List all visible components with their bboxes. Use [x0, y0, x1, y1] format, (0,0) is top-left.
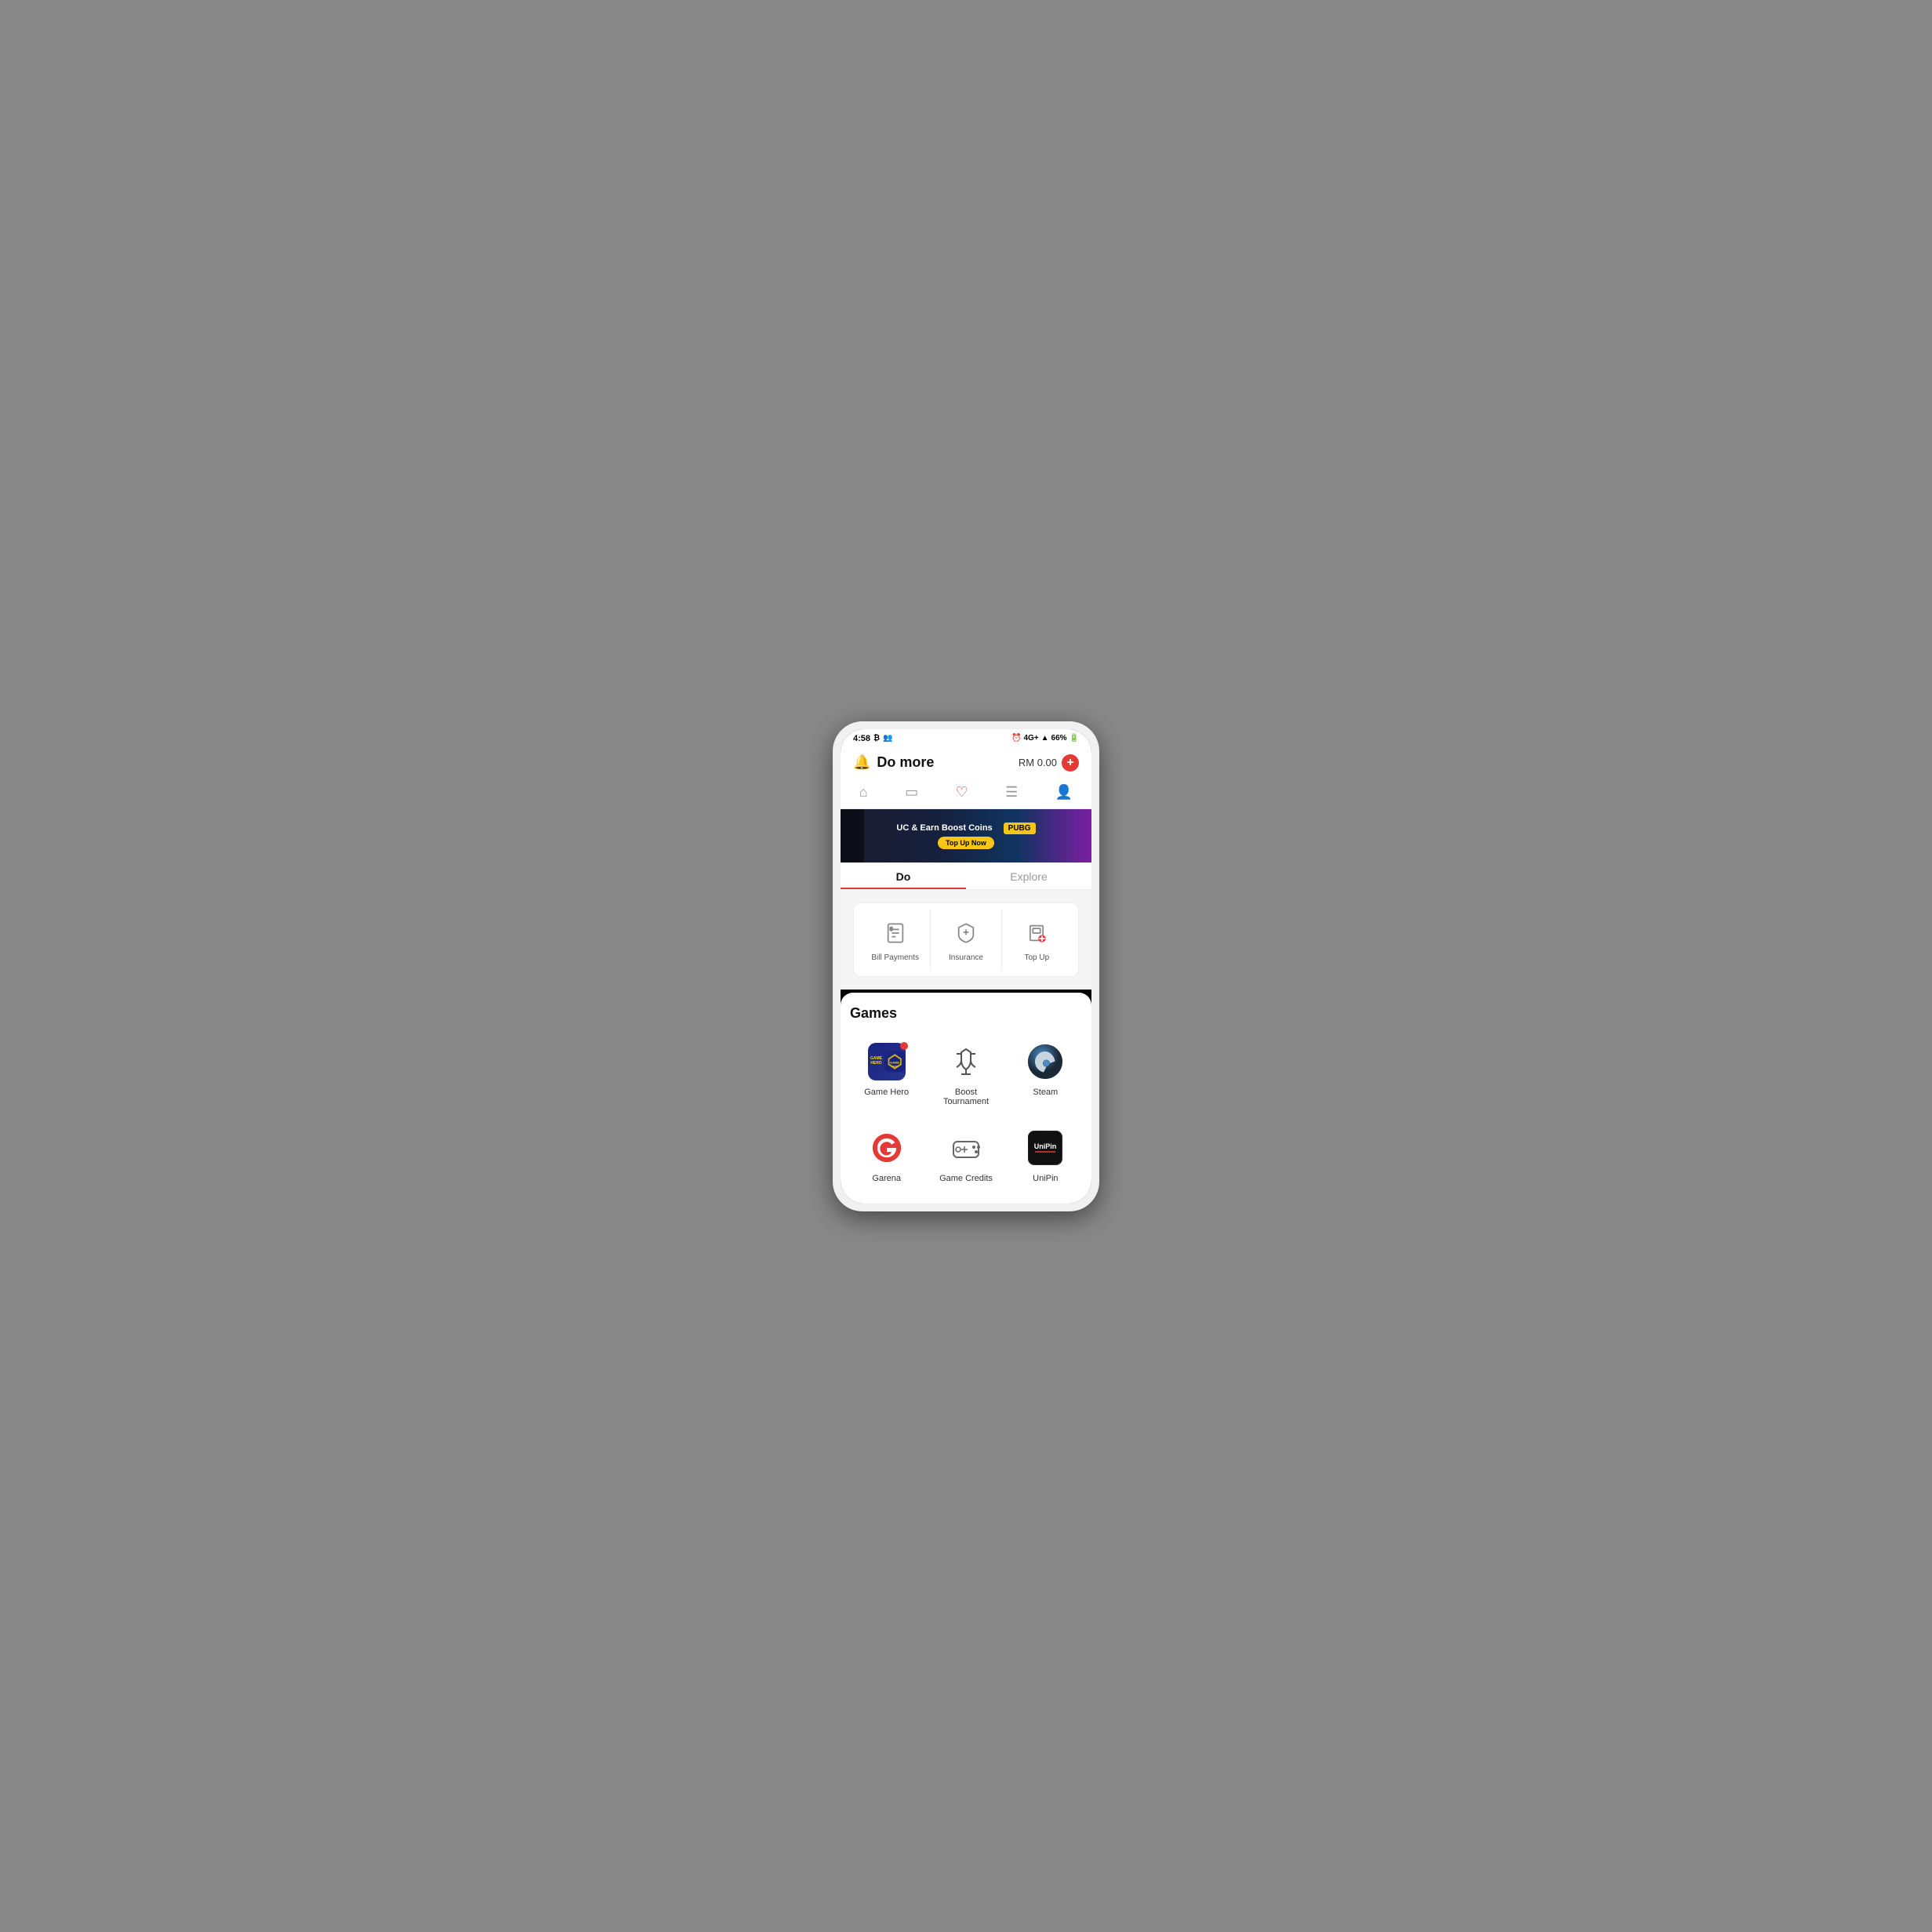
tabs-bar: Do Explore: [841, 862, 1091, 890]
phone-frame: 4:58 ₿ 👥 ⏰ 4G+ ▲ 66% 🔋 🔔 Do more RM 0.00…: [833, 721, 1099, 1211]
boost-tournament-icon: [949, 1044, 983, 1079]
nav-favourites[interactable]: ♡: [956, 784, 968, 801]
nav-card[interactable]: ▭: [905, 784, 918, 801]
game-item-boost-tournament[interactable]: Boost Tournament: [929, 1034, 1002, 1114]
signal-label: 4G+: [1023, 734, 1038, 743]
top-up-label: Top Up: [1024, 953, 1049, 962]
app-header: 🔔 Do more RM 0.00 +: [841, 746, 1091, 778]
steam-label: Steam: [1033, 1088, 1058, 1097]
time-display: 4:58: [853, 734, 870, 743]
nav-bar: ⌂ ▭ ♡ ☰ 👤: [841, 778, 1091, 809]
balance-display: RM 0.00: [1019, 757, 1057, 768]
alarm-icon: ⏰: [1011, 734, 1021, 743]
list-icon: ☰: [1005, 784, 1018, 801]
games-grid: GAME HERO Game Hero: [850, 1034, 1082, 1191]
signal-bars-icon: ▲: [1041, 734, 1049, 743]
topup-icon: [1026, 922, 1048, 944]
bill-icon: $: [884, 922, 906, 944]
service-insurance[interactable]: Insurance: [931, 910, 1001, 970]
service-top-up[interactable]: Top Up: [1002, 910, 1072, 970]
game-hero-icon: GAME HERO: [868, 1043, 906, 1080]
service-grid: $ Bill Payments Insurance: [853, 902, 1079, 977]
service-bill-payments[interactable]: $ Bill Payments: [860, 910, 931, 970]
add-balance-button[interactable]: +: [1062, 754, 1079, 772]
game-hero-badge: [900, 1042, 908, 1050]
game-item-game-hero[interactable]: GAME HERO Game Hero: [850, 1034, 923, 1114]
page-title: Do more: [877, 754, 934, 771]
bell-icon[interactable]: 🔔: [853, 754, 870, 771]
tab-explore[interactable]: Explore: [966, 862, 1091, 889]
game-item-game-credits[interactable]: Game Credits: [929, 1120, 1002, 1191]
game-item-unipin[interactable]: UniPin UniPin: [1009, 1120, 1082, 1191]
insurance-icon: [955, 922, 977, 944]
steam-icon: [1027, 1044, 1063, 1080]
phone-screen: 4:58 ₿ 👥 ⏰ 4G+ ▲ 66% 🔋 🔔 Do more RM 0.00…: [841, 729, 1091, 1204]
teams-icon: 👥: [883, 734, 892, 743]
garena-label: Garena: [872, 1174, 901, 1183]
battery-icon: 🔋: [1070, 734, 1079, 743]
battery-label: 66%: [1051, 734, 1067, 743]
heart-icon: ♡: [956, 784, 968, 801]
svg-text:GAME: GAME: [890, 1060, 899, 1064]
game-hero-label: Game Hero: [864, 1088, 909, 1097]
unipin-icon-wrap: UniPin: [1028, 1131, 1062, 1165]
home-icon: ⌂: [859, 784, 868, 801]
boost-tournament-label: Boost Tournament: [932, 1088, 999, 1106]
game-credits-icon: [949, 1131, 983, 1165]
card-icon: ▭: [905, 784, 918, 801]
nav-list[interactable]: ☰: [1005, 784, 1018, 801]
games-title: Games: [850, 1005, 1082, 1022]
games-section: Games GAME HERO: [841, 993, 1091, 1204]
status-bar: 4:58 ₿ 👥 ⏰ 4G+ ▲ 66% 🔋: [841, 729, 1091, 746]
insurance-label: Insurance: [949, 953, 983, 962]
bill-payments-label: Bill Payments: [871, 953, 919, 962]
person-icon: 👤: [1055, 784, 1073, 801]
nav-home[interactable]: ⌂: [859, 784, 868, 801]
promo-banner[interactable]: UC & Earn Boost Coins PUBG Top Up Now: [841, 809, 1091, 862]
banner-text: UC & Earn Boost Coins: [896, 823, 992, 833]
svg-text:UniPin: UniPin: [1034, 1142, 1057, 1150]
game-item-garena[interactable]: Garena: [850, 1120, 923, 1191]
unipin-label: UniPin: [1033, 1174, 1058, 1183]
game-credits-label: Game Credits: [939, 1174, 993, 1183]
banner-game-label: PUBG: [1004, 823, 1036, 834]
bitcoin-icon: ₿: [873, 734, 880, 743]
game-item-steam[interactable]: Steam: [1009, 1034, 1082, 1114]
top-up-now-button[interactable]: Top Up Now: [938, 837, 994, 849]
tab-do[interactable]: Do: [841, 862, 966, 889]
svg-text:HERO: HERO: [892, 1064, 899, 1067]
nav-profile[interactable]: 👤: [1055, 784, 1073, 801]
garena-icon: [872, 1133, 902, 1163]
